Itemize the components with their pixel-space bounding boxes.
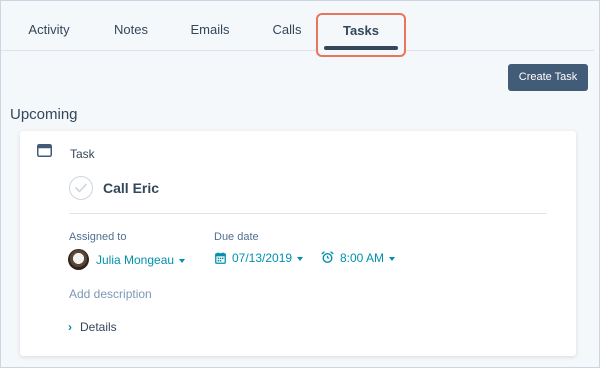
task-title[interactable]: Call Eric <box>103 180 159 196</box>
chevron-down-icon <box>179 258 186 263</box>
details-toggle[interactable]: › Details <box>68 320 117 334</box>
create-task-button[interactable]: Create Task <box>508 64 588 91</box>
alarm-clock-icon <box>321 251 334 264</box>
due-date-dropdown[interactable]: 07/13/2019 <box>232 251 304 265</box>
due-time-value: 8:00 AM <box>340 251 385 265</box>
task-card: Task Call Eric Assigned to Due date Juli… <box>20 131 576 356</box>
tab-activity[interactable]: Activity <box>23 1 75 51</box>
chevron-right-icon: › <box>68 320 72 334</box>
calendar-icon <box>215 252 226 264</box>
complete-task-checkbox[interactable] <box>69 176 93 200</box>
due-date-value: 07/13/2019 <box>232 251 293 265</box>
section-title-upcoming: Upcoming <box>10 106 78 123</box>
assignee-dropdown[interactable]: Julia Mongeau <box>96 253 186 267</box>
tab-tasks[interactable]: Tasks <box>316 13 406 57</box>
tab-notes[interactable]: Notes <box>107 1 155 51</box>
avatar <box>68 249 89 270</box>
task-type-label: Task <box>70 147 95 161</box>
tab-bar: Activity Notes Emails Calls Tasks <box>1 1 599 57</box>
details-label: Details <box>80 320 117 334</box>
divider <box>69 213 547 214</box>
task-panel: Activity Notes Emails Calls Tasks Create… <box>0 0 600 368</box>
assigned-to-label: Assigned to <box>69 231 127 243</box>
tab-tasks-label: Tasks <box>343 23 379 38</box>
chevron-down-icon <box>297 256 304 261</box>
tab-emails[interactable]: Emails <box>186 1 234 51</box>
checkmark-icon <box>75 183 87 193</box>
assignee-name: Julia Mongeau <box>96 253 175 267</box>
chevron-down-icon <box>389 256 396 261</box>
add-description-field[interactable]: Add description <box>69 287 152 301</box>
scroll-edge <box>594 1 599 367</box>
due-time-dropdown[interactable]: 8:00 AM <box>340 251 396 265</box>
task-icon <box>37 144 52 157</box>
active-tab-indicator <box>324 46 398 50</box>
due-date-label: Due date <box>214 231 259 243</box>
tab-calls[interactable]: Calls <box>267 1 307 51</box>
